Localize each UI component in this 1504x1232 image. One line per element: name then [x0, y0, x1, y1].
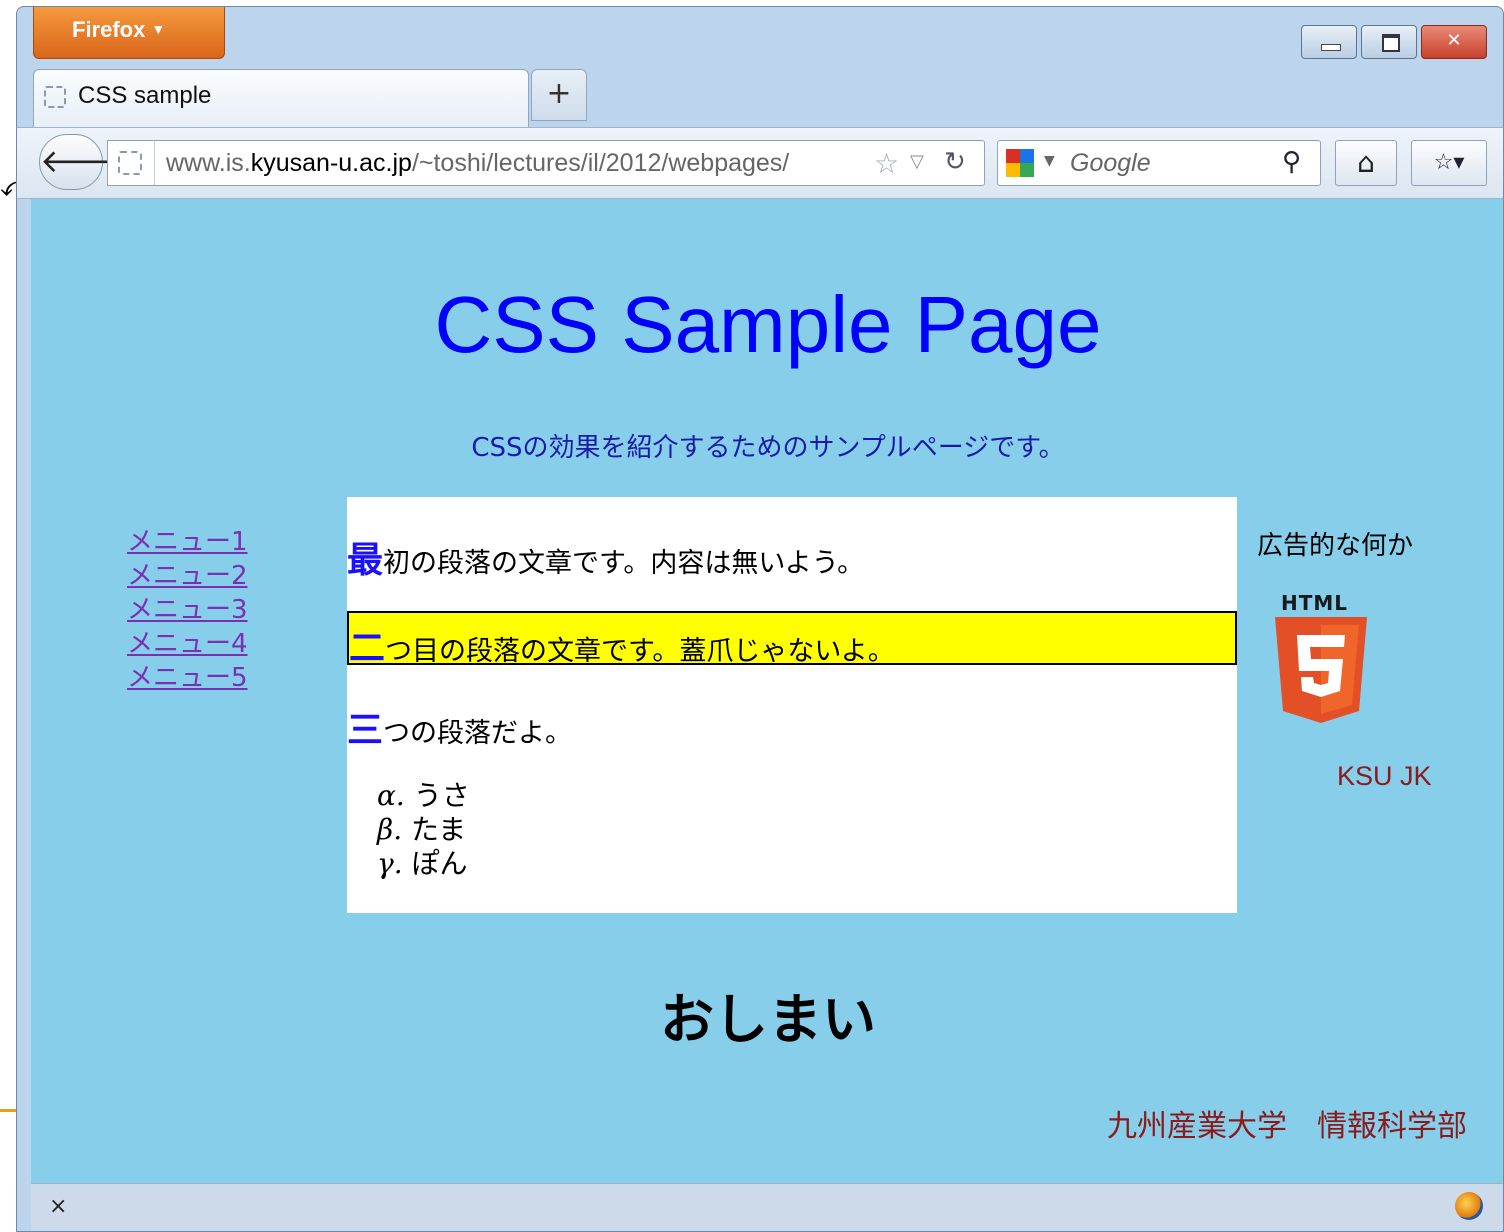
tab-title: CSS sample: [78, 82, 212, 109]
url-bar[interactable]: www.is.kyusan-u.ac.jp/~toshi/lectures/il…: [107, 140, 985, 186]
menu-link-1[interactable]: メニュー1: [127, 525, 248, 559]
close-icon: ✕: [1446, 30, 1462, 51]
minimize-icon: [1321, 44, 1341, 51]
paragraph-1: 最初の段落の文章です。内容は無いよう。: [347, 531, 1237, 583]
paragraph-text: 初の段落の文章です。内容は無いよう。: [383, 548, 865, 579]
star-icon[interactable]: ☆: [874, 147, 899, 180]
url-text: www.is.kyusan-u.ac.jp/~toshi/lectures/il…: [166, 149, 789, 178]
url-path: /~toshi/lectures/il/2012/webpages/: [411, 149, 790, 177]
firefox-menu-button[interactable]: Firefox ▼: [33, 7, 225, 59]
main-article: 最初の段落の文章です。内容は無いよう。 二つ目の段落の文章です。蓋爪じゃないよ。…: [347, 497, 1237, 913]
google-icon[interactable]: [1006, 149, 1034, 177]
menu-link-4[interactable]: メニュー4: [127, 627, 248, 661]
greek-list: α. うさ β. たま γ. ぽん: [377, 779, 470, 881]
list-item: γ. ぽん: [377, 847, 470, 881]
html5-shield-icon: [1275, 617, 1367, 723]
page-icon: [44, 86, 66, 108]
paragraph-text: つの段落だよ。: [383, 718, 573, 749]
tab-css-sample[interactable]: CSS sample: [33, 69, 529, 129]
url-divider: [154, 141, 155, 185]
html5-label: HTML: [1281, 591, 1349, 615]
list-text: うさ: [413, 779, 470, 812]
list-marker: α.: [377, 779, 405, 812]
bookmarks-icon: ☆▾: [1433, 150, 1465, 175]
list-marker: γ.: [377, 847, 403, 880]
search-icon[interactable]: ⚲: [1282, 147, 1301, 177]
browser-window: Firefox ▼ ✕ CSS sample + 🡐 www.is.kyusan-…: [16, 6, 1504, 1232]
list-item: α. うさ: [377, 779, 470, 813]
firefox-menu-label: Firefox: [72, 17, 146, 42]
ksu-jk-text: KSU JK: [1337, 761, 1432, 791]
url-prefix: www.is.: [166, 149, 251, 177]
new-tab-button[interactable]: +: [531, 69, 587, 121]
url-host: kyusan-u.ac.jp: [250, 149, 412, 177]
chevron-down-icon: ▼: [151, 21, 166, 37]
list-item: β. たま: [377, 813, 470, 847]
status-bar: ×: [31, 1183, 1503, 1231]
firefox-globe-icon: [1455, 1192, 1483, 1220]
side-menu: メニュー1 メニュー2 メニュー3 メニュー4 メニュー5: [127, 525, 248, 695]
first-letter: 二: [349, 628, 386, 669]
footer-text: 九州産業大学 情報科学部: [1107, 1109, 1467, 1144]
back-button[interactable]: 🡐: [39, 134, 126, 190]
chevron-down-icon[interactable]: ▼: [1044, 153, 1055, 169]
page-content: CSS Sample Page CSSの効果を紹介するためのサンプルページです。…: [31, 199, 1503, 1183]
page-icon: [118, 151, 142, 175]
maximize-button[interactable]: [1361, 25, 1417, 59]
list-marker: β.: [377, 813, 403, 846]
maximize-icon: [1382, 34, 1400, 52]
list-text: たま: [411, 813, 467, 846]
paragraph-2-highlighted: 二つ目の段落の文章です。蓋爪じゃないよ。: [347, 611, 1237, 669]
html5-logo: HTML: [1271, 591, 1371, 725]
first-letter: 最: [347, 540, 384, 581]
menu-link-5[interactable]: メニュー5: [127, 661, 248, 695]
minimize-button[interactable]: [1301, 25, 1357, 59]
search-bar[interactable]: ▼ Google ⚲: [997, 140, 1321, 186]
page-title: CSS Sample Page: [434, 280, 1102, 369]
first-letter: 三: [347, 710, 384, 751]
close-window-button[interactable]: ✕: [1421, 25, 1487, 59]
menu-link-2[interactable]: メニュー2: [127, 559, 248, 593]
history-dropdown-icon[interactable]: ▽: [910, 151, 924, 172]
paragraph-3: 三つの段落だよ。: [347, 701, 1237, 753]
home-button[interactable]: ⌂: [1335, 140, 1397, 186]
bookmarks-button[interactable]: ☆▾: [1411, 140, 1487, 186]
ad-heading: 広告的な何か: [1257, 531, 1414, 561]
reload-icon[interactable]: ↻: [944, 147, 966, 177]
navigation-toolbar: 🡐 www.is.kyusan-u.ac.jp/~toshi/lectures/…: [17, 127, 1503, 199]
menu-link-3[interactable]: メニュー3: [127, 593, 248, 627]
closing-heading: おしまい: [660, 988, 876, 1051]
search-placeholder: Google: [1070, 149, 1151, 177]
page-subtitle: CSSの効果を紹介するためのサンプルページです。: [471, 433, 1065, 463]
list-text: ぽん: [411, 847, 468, 880]
paragraph-text: つ目の段落の文章です。蓋爪じゃないよ。: [385, 636, 895, 667]
close-icon[interactable]: ×: [49, 1194, 67, 1219]
home-icon: ⌂: [1357, 146, 1375, 179]
